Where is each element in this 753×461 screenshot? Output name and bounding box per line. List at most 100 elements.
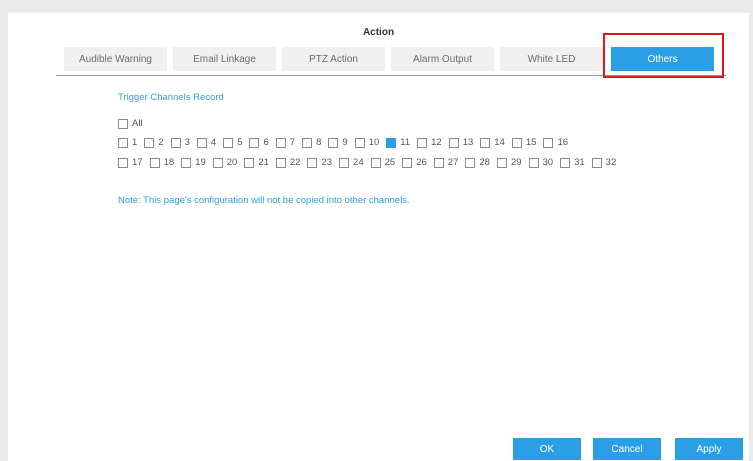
channel-row-1: 1 2 3 4 5 6 7 8 9 10 11 12 13 14 15 16 — [118, 137, 575, 148]
channel-30-label: 30 — [542, 157, 554, 168]
channel-17-label: 17 — [132, 157, 143, 168]
channel-5-checkbox[interactable] — [223, 137, 234, 148]
channel-4-checkbox[interactable] — [196, 137, 207, 148]
channel-30-checkbox-item[interactable]: 30 — [528, 157, 554, 168]
channel-10-label: 10 — [368, 137, 380, 148]
channel-32-checkbox-item[interactable]: 32 — [591, 157, 616, 168]
channel-2-checkbox-item[interactable]: 2 — [144, 137, 164, 148]
channel-6-checkbox[interactable] — [249, 137, 260, 148]
channel-27-label: 27 — [447, 157, 459, 168]
channel-5-label: 5 — [237, 137, 243, 148]
channel-18-label: 18 — [163, 157, 175, 168]
channel-11-checkbox[interactable] — [386, 137, 397, 148]
channel-28-label: 28 — [479, 157, 490, 168]
channel-25-checkbox[interactable] — [370, 157, 381, 168]
channel-22-checkbox-item[interactable]: 22 — [275, 157, 301, 168]
channel-17-checkbox[interactable] — [118, 157, 128, 168]
channel-1-checkbox-item[interactable]: 1 — [118, 137, 137, 148]
channel-8-checkbox-item[interactable]: 8 — [302, 137, 321, 148]
channel-22-label: 22 — [289, 157, 301, 168]
channel-27-checkbox-item[interactable]: 27 — [433, 157, 459, 168]
channel-16-checkbox[interactable] — [543, 137, 554, 148]
channel-22-checkbox[interactable] — [275, 157, 286, 168]
tab-white-led[interactable]: White LED — [500, 47, 603, 71]
channel-13-label: 13 — [462, 137, 474, 148]
channel-11-checkbox-item[interactable]: 11 — [386, 137, 410, 148]
channel-29-checkbox-item[interactable]: 29 — [496, 157, 522, 168]
all-checkbox[interactable] — [118, 118, 128, 129]
cancel-button[interactable]: Cancel — [593, 438, 661, 460]
channel-7-checkbox[interactable] — [275, 137, 286, 148]
channel-19-checkbox-item[interactable]: 19 — [181, 157, 206, 168]
apply-button[interactable]: Apply — [675, 438, 743, 460]
channel-31-checkbox-item[interactable]: 31 — [560, 157, 585, 168]
others-tab-highlight-box — [603, 33, 724, 78]
channel-24-label: 24 — [353, 157, 364, 168]
channel-21-checkbox[interactable] — [244, 157, 255, 168]
all-row: All — [118, 118, 150, 129]
channel-7-label: 7 — [289, 137, 296, 148]
channel-29-checkbox[interactable] — [496, 157, 507, 168]
channel-4-label: 4 — [210, 137, 217, 148]
channel-26-checkbox-item[interactable]: 26 — [402, 157, 427, 168]
channel-27-checkbox[interactable] — [433, 157, 444, 168]
channel-1-label: 1 — [132, 137, 138, 148]
channel-31-checkbox[interactable] — [560, 157, 571, 168]
tab-alarm-output[interactable]: Alarm Output — [391, 47, 494, 71]
ok-button[interactable]: OK — [513, 438, 581, 460]
channel-18-checkbox-item[interactable]: 18 — [149, 157, 175, 168]
channel-18-checkbox[interactable] — [149, 157, 160, 168]
channel-21-checkbox-item[interactable]: 21 — [244, 157, 269, 168]
channel-19-checkbox[interactable] — [181, 157, 192, 168]
tab-ptz-action[interactable]: PTZ Action — [282, 47, 385, 71]
channel-12-checkbox[interactable] — [417, 137, 428, 148]
channel-26-label: 26 — [416, 157, 427, 168]
channel-23-checkbox[interactable] — [307, 157, 318, 168]
channel-5-checkbox-item[interactable]: 5 — [223, 137, 242, 148]
channel-11-label: 11 — [400, 137, 411, 148]
channel-9-label: 9 — [342, 137, 348, 148]
tab-audible-warning[interactable]: Audible Warning — [64, 47, 167, 71]
channel-23-checkbox-item[interactable]: 23 — [307, 157, 332, 168]
channel-6-checkbox-item[interactable]: 6 — [249, 137, 269, 148]
channel-10-checkbox[interactable] — [354, 137, 365, 148]
channel-14-checkbox[interactable] — [480, 137, 491, 148]
channel-9-checkbox-item[interactable]: 9 — [328, 137, 348, 148]
channel-8-label: 8 — [316, 137, 322, 148]
channel-3-checkbox-item[interactable]: 3 — [170, 137, 190, 148]
channel-6-label: 6 — [263, 137, 269, 148]
channel-14-checkbox-item[interactable]: 14 — [480, 137, 505, 148]
channel-15-checkbox-item[interactable]: 15 — [511, 137, 537, 148]
all-checkbox-item[interactable]: All — [118, 118, 143, 129]
channel-13-checkbox-item[interactable]: 13 — [448, 137, 474, 148]
channel-17-checkbox-item[interactable]: 17 — [118, 157, 143, 168]
channel-15-checkbox[interactable] — [511, 137, 522, 148]
channel-28-checkbox[interactable] — [465, 157, 476, 168]
channel-1-checkbox[interactable] — [118, 137, 128, 148]
channel-12-checkbox-item[interactable]: 12 — [417, 137, 442, 148]
channel-20-label: 20 — [226, 157, 238, 168]
tab-email-linkage[interactable]: Email Linkage — [173, 47, 276, 71]
channel-32-checkbox[interactable] — [591, 157, 602, 168]
channel-3-checkbox[interactable] — [170, 137, 181, 148]
channel-13-checkbox[interactable] — [448, 137, 459, 148]
channel-4-checkbox-item[interactable]: 4 — [196, 137, 217, 148]
channel-7-checkbox-item[interactable]: 7 — [275, 137, 296, 148]
channel-12-label: 12 — [431, 137, 442, 148]
channel-20-checkbox-item[interactable]: 20 — [212, 157, 238, 168]
channel-2-checkbox[interactable] — [144, 137, 155, 148]
channel-20-checkbox[interactable] — [212, 157, 223, 168]
channel-24-checkbox-item[interactable]: 24 — [339, 157, 364, 168]
channel-28-checkbox-item[interactable]: 28 — [465, 157, 490, 168]
channel-16-checkbox-item[interactable]: 16 — [543, 137, 568, 148]
channel-19-label: 19 — [195, 157, 206, 168]
channel-30-checkbox[interactable] — [528, 157, 539, 168]
channel-9-checkbox[interactable] — [328, 137, 339, 148]
channel-10-checkbox-item[interactable]: 10 — [354, 137, 380, 148]
channel-24-checkbox[interactable] — [339, 157, 350, 168]
channel-15-label: 15 — [525, 137, 537, 148]
channel-26-checkbox[interactable] — [402, 157, 413, 168]
channel-8-checkbox[interactable] — [302, 137, 313, 148]
channel-25-label: 25 — [384, 157, 396, 168]
channel-25-checkbox-item[interactable]: 25 — [370, 157, 396, 168]
